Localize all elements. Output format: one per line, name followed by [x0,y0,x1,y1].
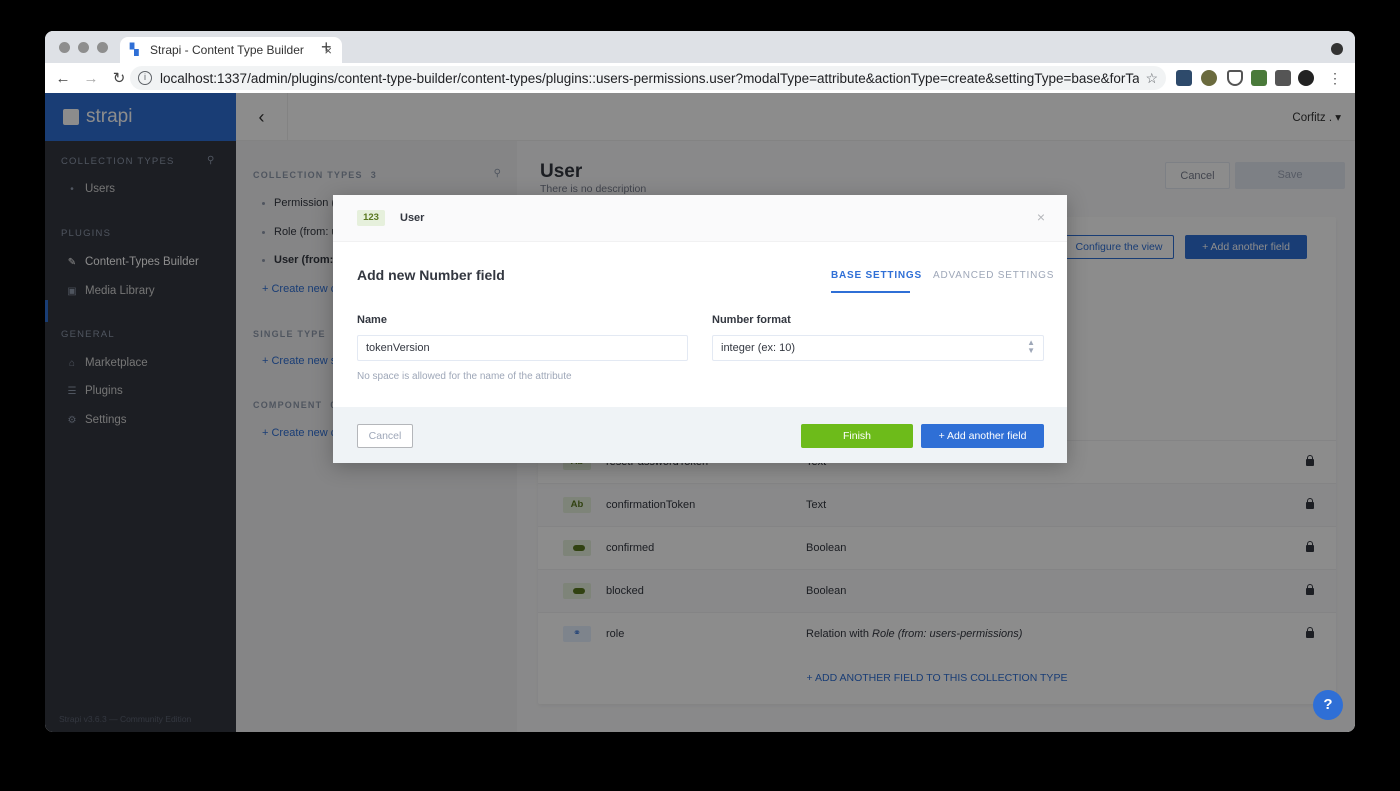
forward-icon[interactable]: → [77,70,105,87]
minimize-window-button[interactable] [78,42,89,53]
help-button[interactable]: ? [1313,690,1343,720]
browser-toolbar: ← → ↻ i localhost:1337/admin/plugins/con… [45,63,1355,93]
modal-header: 123 User × [333,195,1067,242]
reload-icon[interactable]: ↻ [105,69,133,87]
add-field-modal: 123 User × Add new Number field BASE SET… [333,195,1067,463]
profile-avatar[interactable] [1298,70,1314,86]
select-arrows-icon: ▲ ▼ [1027,338,1035,355]
site-info-icon[interactable]: i [138,71,152,85]
active-tab-indicator [831,291,910,293]
browser-menu-icon[interactable]: ⋮ [1328,70,1342,87]
tab-title: Strapi - Content Type Builder [150,43,304,57]
number-type-icon: 123 [357,210,385,226]
extension-frog-icon[interactable] [1251,70,1267,86]
extension-react-icon[interactable] [1176,70,1192,86]
strapi-favicon-icon: ▚ [130,44,139,56]
cancel-button[interactable]: Cancel [357,424,413,448]
extensions-puzzle-icon[interactable] [1275,70,1291,86]
modal-context: User [400,212,425,224]
number-format-select[interactable]: integer (ex: 10) ▲ ▼ [712,335,1044,361]
modal-title: Add new Number field [357,267,505,283]
address-bar[interactable]: i localhost:1337/admin/plugins/content-t… [130,66,1166,90]
extension-badge-icon[interactable] [1201,70,1217,86]
number-format-value: integer (ex: 10) [721,342,795,354]
close-window-button[interactable] [59,42,70,53]
close-icon[interactable]: × [1037,209,1045,225]
finish-button[interactable]: Finish [801,424,913,448]
tab-strip: ▚ Strapi - Content Type Builder × + [45,31,1355,63]
tab-base-settings[interactable]: BASE SETTINGS [831,270,922,281]
name-hint: No space is allowed for the name of the … [357,371,572,382]
name-input[interactable]: tokenVersion [357,335,688,361]
maximize-window-button[interactable] [97,42,108,53]
name-label: Name [357,314,387,326]
modal-footer: Cancel Finish + Add another field [333,407,1067,463]
new-tab-button[interactable]: + [321,37,332,58]
url-text: localhost:1337/admin/plugins/content-typ… [160,70,1140,86]
browser-tab[interactable]: ▚ Strapi - Content Type Builder × [120,37,342,63]
number-format-label: Number format [712,314,791,326]
extension-shield-icon[interactable] [1227,70,1243,86]
add-another-field-button[interactable]: + Add another field [921,424,1044,448]
tab-search-icon[interactable] [1331,43,1343,55]
bookmark-star-icon[interactable]: ☆ [1145,70,1158,87]
back-icon[interactable]: ← [49,70,77,87]
tab-advanced-settings[interactable]: ADVANCED SETTINGS [933,270,1054,281]
